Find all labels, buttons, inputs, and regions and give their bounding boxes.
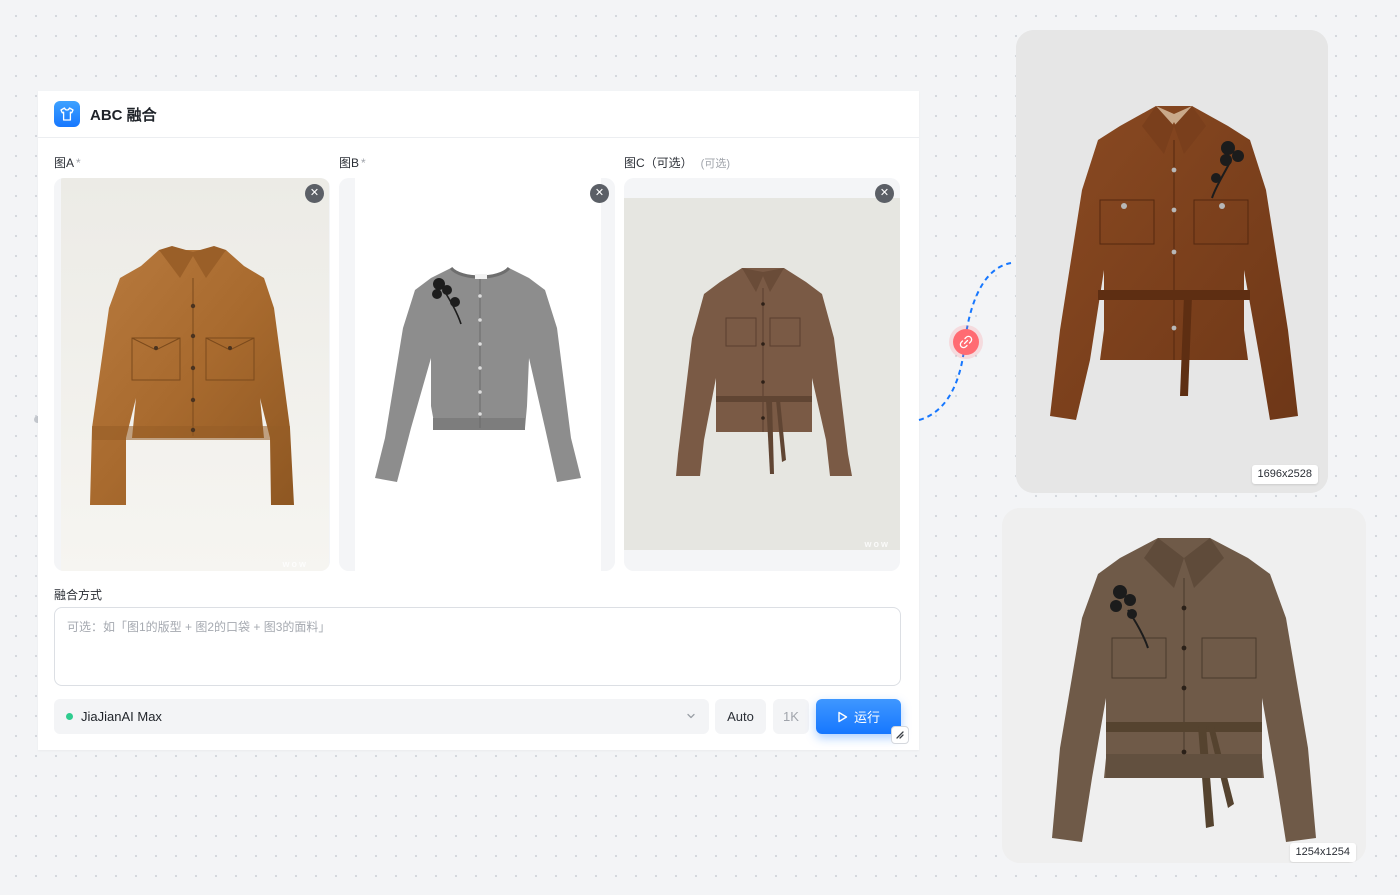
slot-a-image-box[interactable]: ✕ wow [54, 178, 330, 571]
remove-image-c-button[interactable]: ✕ [875, 184, 894, 203]
link-node[interactable] [953, 329, 979, 355]
remove-image-a-button[interactable]: ✕ [305, 184, 324, 203]
image-b-photo [339, 178, 615, 571]
panel-title: ABC 融合 [90, 106, 157, 124]
watermark: wow [282, 559, 308, 569]
output-1-size-badge: 1696x2528 [1251, 465, 1318, 484]
tshirt-icon [54, 101, 80, 127]
blend-method-label: 融合方式 [54, 588, 103, 602]
image-c-photo [624, 178, 900, 571]
slot-c-image-box[interactable]: ✕ wow [624, 178, 900, 571]
image-slot-b: 图B * ✕ [339, 155, 615, 571]
resolution-button[interactable]: 1K [773, 699, 809, 734]
close-icon: ✕ [309, 187, 320, 199]
output-2-size-badge: 1254x1254 [1289, 843, 1356, 862]
image-slot-c: 图C（可选） (可选) ✕ wow [624, 155, 900, 571]
model-status-dot [66, 713, 73, 720]
resize-icon [896, 731, 904, 739]
run-button[interactable]: 运行 [816, 699, 901, 734]
output-1-photo [1016, 30, 1328, 493]
play-icon [838, 711, 848, 722]
output-2-photo [1002, 508, 1366, 863]
slot-c-title: 图C（可选） [624, 156, 693, 170]
image-slot-a: 图A * ✕ wow [54, 155, 330, 571]
image-a-photo [54, 178, 330, 571]
watermark: wow [864, 539, 890, 549]
required-mark: * [76, 156, 81, 170]
run-button-label: 运行 [853, 710, 880, 725]
slot-b-title: 图B [339, 156, 360, 170]
blend-method-input[interactable] [54, 607, 901, 686]
required-mark: * [361, 156, 366, 170]
close-icon: ✕ [594, 187, 605, 199]
aspect-ratio-button[interactable]: Auto [715, 699, 766, 734]
output-image-1[interactable]: 1696x2528 [1016, 30, 1328, 493]
slot-c-label: 图C（可选） (可选) [624, 155, 900, 171]
image-slots: 图A * ✕ wow 图B * ✕ 图C（可选） (可选) ✕ wow [54, 155, 902, 573]
slot-a-title: 图A [54, 156, 75, 170]
fusion-node-panel: ABC 融合 图A * ✕ wow 图B * ✕ 图C（可选） (可选) ✕ w… [38, 91, 919, 750]
slot-b-label: 图B * [339, 155, 615, 171]
model-select[interactable]: JiaJianAI Max [54, 699, 709, 734]
slot-a-label: 图A * [54, 155, 330, 171]
slot-b-image-box[interactable]: ✕ [339, 178, 615, 571]
link-icon [959, 335, 973, 349]
optional-note: (可选) [700, 158, 730, 170]
chevron-down-icon [687, 713, 695, 719]
model-name: JiaJianAI Max [81, 709, 162, 724]
close-icon: ✕ [879, 187, 890, 199]
output-image-2[interactable]: 1254x1254 [1002, 508, 1366, 863]
resize-handle[interactable] [891, 726, 909, 744]
remove-image-b-button[interactable]: ✕ [590, 184, 609, 203]
panel-header: ABC 融合 [38, 91, 919, 138]
